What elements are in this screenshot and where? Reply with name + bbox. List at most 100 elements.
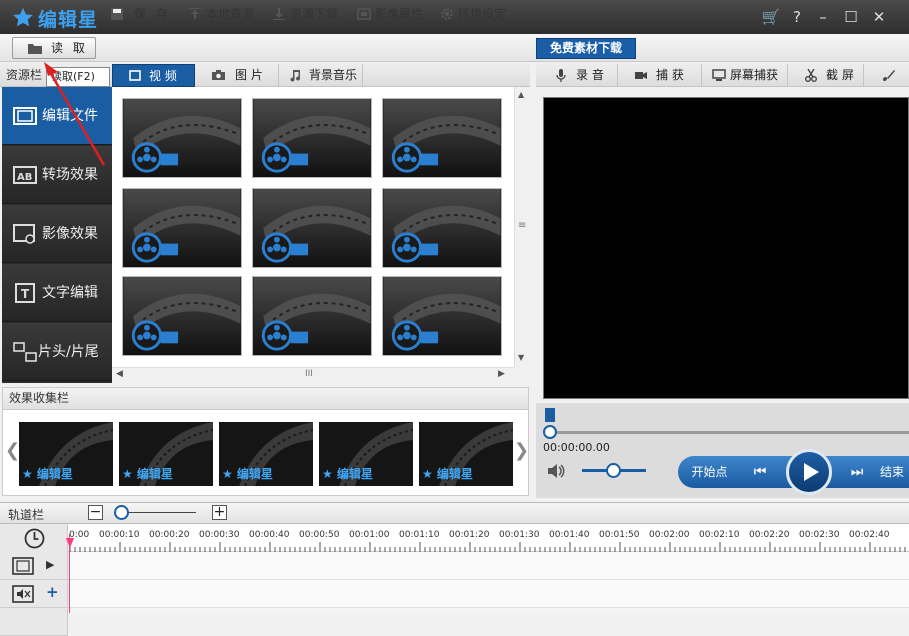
volume-handle[interactable] xyxy=(606,463,621,478)
film-track-icon xyxy=(12,557,34,575)
sidebar-item-image-effect[interactable]: 影像效果 xyxy=(2,205,112,263)
scroll-right-icon[interactable]: ▶ xyxy=(498,369,505,379)
favorite-effect-item[interactable]: ★ 编辑星 xyxy=(419,422,513,486)
set-start-button[interactable]: 开始点 xyxy=(682,459,737,485)
next-icon[interactable]: ⏭ xyxy=(838,459,876,485)
screenshot-button[interactable]: 截 屏 xyxy=(800,64,864,87)
video-thumbnail[interactable] xyxy=(382,276,502,356)
minimize-icon[interactable]: – xyxy=(812,6,834,28)
tab-image[interactable]: 图 片 xyxy=(195,64,279,87)
horizontal-scrollbar[interactable]: ◀ III ▶ xyxy=(112,367,514,383)
capture-button[interactable]: 捕 获 xyxy=(630,64,702,87)
scroll-left-icon[interactable]: ◀ xyxy=(116,369,123,379)
tab-image-label: 图 片 xyxy=(235,68,263,82)
favorite-effect-item[interactable]: ★ 编辑星 xyxy=(119,422,213,486)
app-title: 编辑星 xyxy=(38,9,99,31)
timeline-tick-label: 00:01:10 xyxy=(399,530,440,540)
set-end-button[interactable]: 结束 xyxy=(880,459,909,485)
open-tooltip: 读取(F2) xyxy=(46,67,110,87)
sidebar-label-transition: 转场效果 xyxy=(42,167,98,183)
previous-icon[interactable]: ⏮ xyxy=(740,459,780,485)
sidebar-item-edit-file[interactable]: 编辑文件 xyxy=(2,87,112,145)
gear-icon xyxy=(441,8,453,20)
video-thumbnail[interactable] xyxy=(122,188,242,268)
video-thumbnail[interactable] xyxy=(252,98,372,178)
save-button[interactable]: 保 存 xyxy=(108,3,171,25)
play-button[interactable] xyxy=(786,449,832,495)
speaker-icon[interactable] xyxy=(546,462,566,480)
scissors-icon xyxy=(805,69,817,82)
local-resource-button[interactable]: 本地资源 xyxy=(186,3,254,25)
svg-text:T: T xyxy=(21,287,30,301)
video-camera-icon xyxy=(635,72,647,79)
scroll-grip-icon[interactable]: ≡ xyxy=(518,220,526,231)
close-icon[interactable]: ✕ xyxy=(868,6,890,28)
hscroll-grip-icon[interactable]: III xyxy=(305,369,313,379)
expand-track-icon[interactable]: ▶ xyxy=(46,558,54,571)
text-t-icon: T xyxy=(15,283,35,303)
video-icon xyxy=(129,70,141,81)
open-button[interactable]: 读 取 xyxy=(12,37,96,59)
save-label: 保 存 xyxy=(134,7,171,21)
timeline-tick-label: 00:01:30 xyxy=(499,530,540,540)
settings-button[interactable]: 环境设定 xyxy=(438,3,506,25)
resource-panel-label: 资源栏 xyxy=(6,68,43,82)
zoom-in-button[interactable]: + xyxy=(212,505,227,520)
folder-icon xyxy=(28,44,42,54)
fav-prev-icon[interactable]: ❮ xyxy=(5,440,20,461)
timeline-tick-label: 00:00:50 xyxy=(299,530,340,540)
props-label: 影像属性 xyxy=(375,7,424,21)
video-thumbnail[interactable] xyxy=(122,276,242,356)
brush-button[interactable] xyxy=(870,64,909,87)
video-thumbnail[interactable] xyxy=(382,188,502,268)
favorite-effect-item[interactable]: ★ 编辑星 xyxy=(19,422,113,486)
fav-next-icon[interactable]: ❯ xyxy=(514,440,529,461)
seek-handle[interactable] xyxy=(543,425,557,439)
timeline-tick-label: 00:02:40 xyxy=(849,530,890,540)
brush-icon xyxy=(883,70,895,81)
video-track[interactable] xyxy=(68,552,909,580)
resource-download-button[interactable]: 资源下载 xyxy=(270,3,338,25)
zoom-handle[interactable] xyxy=(114,505,129,520)
sidebar-item-text-edit[interactable]: T 文字编辑 xyxy=(2,264,112,322)
timeline-tick-label: 00:00:30 xyxy=(199,530,240,540)
zoom-out-button[interactable]: − xyxy=(88,505,103,520)
record-button[interactable]: 录 音 xyxy=(550,64,618,87)
video-thumbnail[interactable] xyxy=(122,98,242,178)
audio-track-header: + xyxy=(0,580,68,608)
screen-capture-button[interactable]: 屏幕捕获 xyxy=(708,64,788,87)
timeline-tick-marks xyxy=(69,542,906,552)
help-icon[interactable]: ? xyxy=(786,6,808,28)
video-thumbnail[interactable] xyxy=(252,276,372,356)
svg-text:AB: AB xyxy=(17,172,32,183)
cart-icon[interactable]: 🛒 xyxy=(760,6,782,28)
playhead-marker[interactable] xyxy=(66,538,74,548)
free-material-download-button[interactable]: 免费素材下载 xyxy=(536,38,636,59)
tab-video[interactable]: 视 频 xyxy=(112,64,195,87)
sidebar-item-intro-outro[interactable]: 片头/片尾 xyxy=(2,323,112,381)
tab-music[interactable]: 背景音乐 xyxy=(279,64,363,87)
favorite-effect-item[interactable]: ★ 编辑星 xyxy=(219,422,313,486)
video-thumbnail[interactable] xyxy=(252,188,372,268)
maximize-icon[interactable]: ☐ xyxy=(840,6,862,28)
film-frame-icon xyxy=(357,8,371,20)
music-note-icon xyxy=(290,70,301,82)
video-preview xyxy=(543,97,909,399)
sidebar-item-transition[interactable]: AB 转场效果 xyxy=(2,146,112,204)
image-properties-button[interactable]: 影像属性 xyxy=(355,3,423,25)
sidebar-label-text-edit: 文字编辑 xyxy=(42,285,98,301)
video-thumbnail[interactable] xyxy=(382,98,502,178)
sidebar-label-edit-file: 编辑文件 xyxy=(42,108,98,124)
scroll-down-icon[interactable]: ▼ xyxy=(518,353,524,362)
seek-bar[interactable] xyxy=(549,431,909,434)
favorite-effect-item[interactable]: ★ 编辑星 xyxy=(319,422,413,486)
disk-icon xyxy=(111,8,123,20)
ab-transition-icon: AB xyxy=(13,166,37,184)
seek-marker[interactable] xyxy=(545,408,555,422)
favorite-brand-label: ★ 编辑星 xyxy=(22,467,73,481)
timeline-tick-label: 00:01:00 xyxy=(349,530,390,540)
vertical-scrollbar[interactable]: ▲ ≡ ▼ xyxy=(514,87,530,367)
audio-track[interactable] xyxy=(68,580,909,608)
scroll-up-icon[interactable]: ▲ xyxy=(518,90,524,99)
add-track-icon[interactable]: + xyxy=(46,583,59,601)
